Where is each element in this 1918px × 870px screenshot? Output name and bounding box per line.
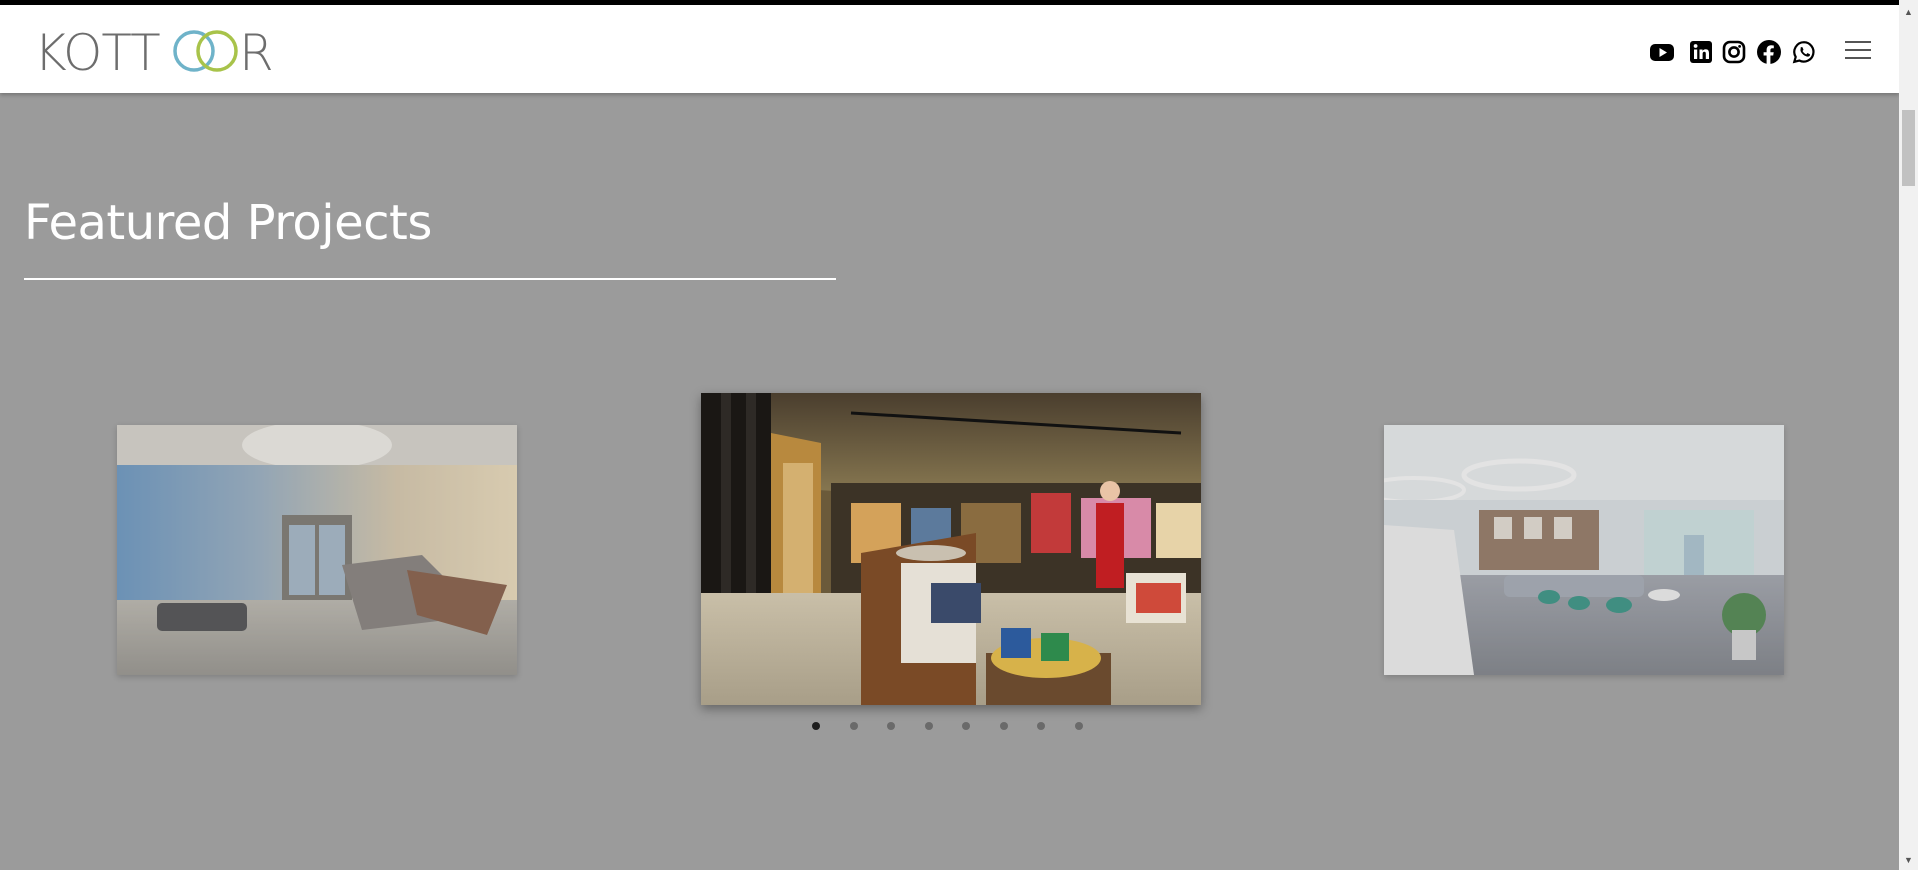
project-slide-next[interactable] [1384,425,1784,675]
logo-text-r: R [239,24,274,77]
menu-line [1845,41,1871,43]
carousel-dot-4[interactable] [924,722,933,730]
carousel-dot-6[interactable] [999,722,1008,730]
hamburger-menu-icon[interactable] [1845,41,1871,63]
logo-ring-blue [173,30,215,72]
logo-ring-green [196,30,238,72]
carousel-pagination [812,722,1112,730]
instagram-icon[interactable] [1721,38,1747,66]
kottoor-logo[interactable]: KOTT R [34,23,286,82]
title-underline [24,278,836,280]
carousel-dot-3[interactable] [887,722,895,730]
scrollbar-thumb[interactable] [1902,110,1915,186]
site-header: KOTT R [0,5,1899,93]
carousel-dot-7[interactable] [1037,722,1045,730]
carousel-dot-5[interactable] [962,722,970,730]
scroll-up-arrow-icon[interactable]: ▲ [1899,5,1918,20]
project-slide-current[interactable] [701,393,1201,705]
facebook-icon[interactable] [1756,38,1782,66]
logo-text-k: KOTT [34,24,160,77]
scroll-down-arrow-icon[interactable]: ▼ [1899,853,1918,868]
whatsapp-icon[interactable] [1791,38,1817,66]
project-slide-previous[interactable] [117,425,517,675]
project-image-reception [117,425,517,675]
youtube-icon[interactable] [1649,38,1675,66]
project-image-office-lounge [1384,425,1784,675]
project-image-retail-store [701,393,1201,705]
carousel-dot-1[interactable] [812,722,820,730]
carousel-dot-2[interactable] [849,722,858,730]
menu-line [1845,57,1871,59]
linkedin-icon[interactable] [1688,38,1714,66]
logo-graphic: KOTT R [34,24,274,82]
carousel-dot-8[interactable] [1074,722,1083,730]
page-scrollbar[interactable]: ▲ ▼ [1899,0,1918,870]
menu-line [1845,49,1871,51]
section-title: Featured Projects [24,195,432,251]
